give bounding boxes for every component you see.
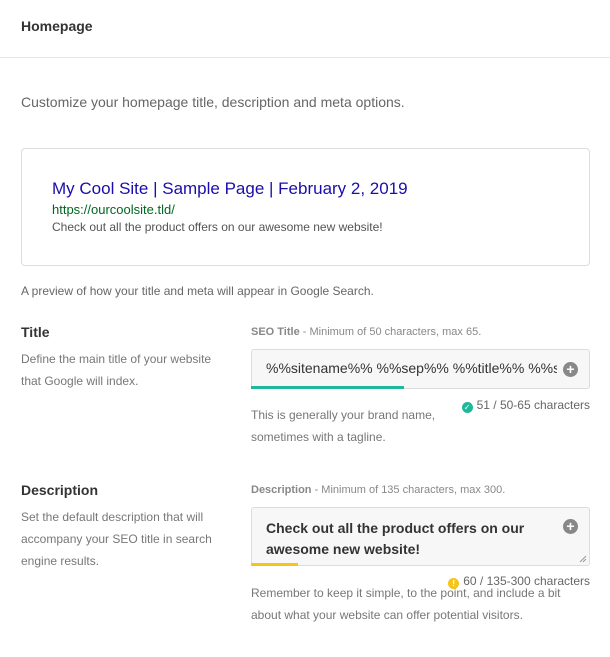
seo-title-counter-text: 51 / 50-65 characters (476, 398, 590, 412)
preview-caption: A preview of how your title and meta wil… (21, 284, 374, 298)
meta-description-label-hint: - Minimum of 135 characters, max 300. (311, 484, 506, 496)
seo-title-input-value[interactable]: %%sitename%% %%sep%% %%title%% %%sep%% (266, 360, 557, 376)
description-section-description: Set the default description that will ac… (21, 510, 212, 568)
seo-title-help: This is generally your brand name, somet… (251, 408, 436, 444)
search-preview: My Cool Site | Sample Page | February 2,… (21, 148, 590, 266)
plus-circle-icon[interactable]: + (563, 362, 578, 377)
title-section-description: Define the main title of your website th… (21, 352, 212, 388)
seo-title-label-hint: - Minimum of 50 characters, max 65. (299, 326, 482, 338)
meta-description-counter: ! 60 / 135-300 characters (448, 574, 590, 589)
seo-title-input[interactable]: %%sitename%% %%sep%% %%title%% %%sep%% + (251, 349, 590, 389)
title-section-heading: Title (21, 324, 50, 340)
meta-description-counter-text: 60 / 135-300 characters (463, 574, 590, 588)
meta-description-textarea[interactable]: Check out all the product offers on our … (251, 507, 590, 566)
meta-description-label-name: Description (251, 484, 312, 496)
plus-circle-icon[interactable]: + (563, 519, 578, 534)
preview-url: https://ourcoolsite.tld/ (52, 202, 175, 217)
intro-text: Customize your homepage title, descripti… (21, 94, 405, 110)
meta-description-textarea-value[interactable]: Check out all the product offers on our … (266, 518, 557, 560)
meta-description-label: Description - Minimum of 135 characters,… (251, 484, 505, 496)
preview-title: My Cool Site | Sample Page | February 2,… (52, 179, 408, 198)
preview-description: Check out all the product offers on our … (52, 220, 383, 234)
seo-title-label: SEO Title - Minimum of 50 characters, ma… (251, 326, 481, 338)
seo-title-counter: ✓ 51 / 50-65 characters (461, 398, 590, 413)
seo-title-progress-bar (251, 386, 404, 389)
check-circle-icon: ✓ (461, 402, 473, 413)
meta-description-progress-bar (251, 563, 298, 566)
resize-grip-icon[interactable] (579, 555, 587, 563)
page-title: Homepage (21, 18, 93, 34)
description-section-heading: Description (21, 482, 99, 498)
warning-circle-icon: ! (448, 578, 460, 589)
page-header: Homepage (0, 0, 610, 58)
seo-title-label-name: SEO Title (251, 326, 300, 338)
